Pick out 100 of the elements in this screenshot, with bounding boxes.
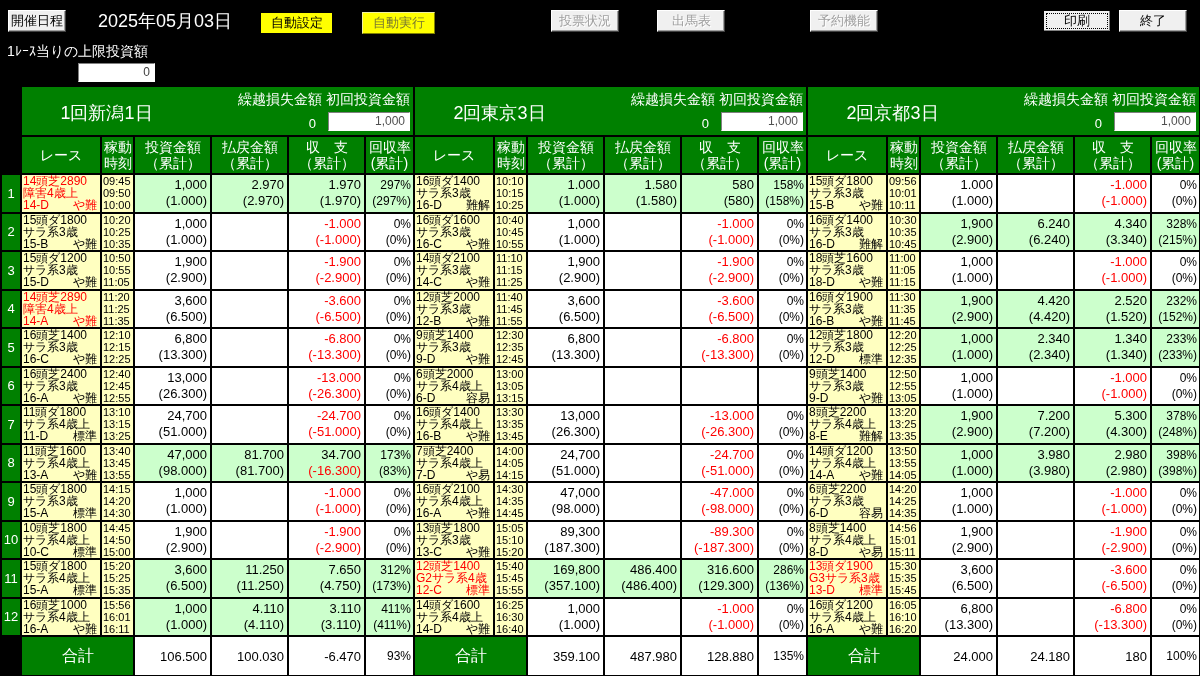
race-course-text: 14頭ダ1200 xyxy=(809,444,874,457)
investment-amount: 3,600 xyxy=(960,562,993,579)
race-class-text: サラ系3歳 xyxy=(23,264,78,277)
cumulative-balance: (580) xyxy=(723,193,754,210)
initial-bet-label: 初回投資金額 xyxy=(326,91,410,107)
time-text: 13:45 xyxy=(496,430,524,443)
time-text: 10:55 xyxy=(103,264,131,277)
cumulative-investment: (2.900) xyxy=(558,270,600,287)
auto-run-button[interactable]: 自動実行 xyxy=(362,12,435,34)
exit-button[interactable]: 終了 xyxy=(1119,10,1187,32)
track-rating-text: や難 xyxy=(859,314,883,327)
race-class-text: サラ系3歳 xyxy=(809,225,864,238)
time-text: 15:25 xyxy=(103,572,131,585)
track-rating-text: や難 xyxy=(859,468,883,481)
time-text: 16:11 xyxy=(103,622,130,635)
cumulative-balance: (1.340) xyxy=(1105,347,1147,364)
return-rate-amount: 0% xyxy=(786,600,804,617)
time-text: 10:15 xyxy=(496,187,524,200)
initial-bet-field[interactable]: 1,000 xyxy=(1114,112,1196,131)
cumulative-return-rate: (215%) xyxy=(1158,231,1197,248)
time-column-header: 稼動 時刻 xyxy=(102,137,133,173)
track-rating-text: 標準 xyxy=(73,545,97,558)
race-class-text: サラ系4歳上 xyxy=(23,610,90,623)
cumulative-return-rate: (398%) xyxy=(1158,462,1197,479)
race-class-text: サラ系3歳 xyxy=(416,533,472,546)
cumulative-balance: (-26.300) xyxy=(701,424,754,441)
auto-setup-button[interactable]: 自動設定 xyxy=(260,12,333,34)
cumulative-return-rate: (0%) xyxy=(385,501,411,518)
row-number: 7 xyxy=(2,406,20,443)
race-course-text: 12頭芝1400 xyxy=(416,560,481,573)
time-text: 10:55 xyxy=(496,237,524,250)
initial-bet-field[interactable]: 1,000 xyxy=(721,112,803,131)
return-rate-amount: 411% xyxy=(381,600,411,617)
time-text: 14:20 xyxy=(103,495,131,508)
race-class-text: サラ系3歳 xyxy=(809,264,864,277)
cumulative-investment: (2.900) xyxy=(165,539,207,556)
race-course-text: 14頭芝2890 xyxy=(23,290,89,303)
total-balance: 180 xyxy=(1075,637,1150,675)
cumulative-investment: (1.000) xyxy=(165,501,207,518)
payout-amount: 4.110 xyxy=(252,600,284,617)
cumulative-return-rate: (0%) xyxy=(778,308,804,325)
investment-amount: 1,900 xyxy=(174,254,207,271)
time-text: 09:56 xyxy=(889,175,917,188)
time-text: 12:45 xyxy=(496,353,524,366)
cumulative-return-rate: (0%) xyxy=(385,385,411,402)
track-rating-text: や難 xyxy=(466,507,490,520)
gate-text: 16-D xyxy=(416,199,442,212)
carryover-loss-label: 繰越損失金額 xyxy=(631,91,715,107)
race-class-text: サラ系4歳上 xyxy=(416,610,483,623)
track-rating-text: や難 xyxy=(466,545,490,558)
gate-text: 7-D xyxy=(416,468,436,481)
balance-amount: -1.000 xyxy=(1110,369,1147,386)
initial-bet-field[interactable]: 1,000 xyxy=(328,112,410,131)
balance-amount: -3.600 xyxy=(717,292,754,309)
race-class-text: サラ系4歳上 xyxy=(416,379,483,392)
cumulative-balance: (4.750) xyxy=(319,578,361,595)
balance-amount: 1.970 xyxy=(328,177,361,194)
bet-limit-field[interactable]: 0 xyxy=(78,63,155,82)
cumulative-return-rate: (0%) xyxy=(778,539,804,556)
cumulative-balance: (3.340) xyxy=(1105,231,1147,248)
time-text: 15:56 xyxy=(103,598,131,611)
balance-column-header: 収 支 （累計） xyxy=(289,137,364,173)
row-number: 2 xyxy=(2,213,20,250)
track-rating-text: 標準 xyxy=(73,584,97,597)
time-text: 15:00 xyxy=(103,545,131,558)
time-text: 11:30 xyxy=(889,290,916,303)
total-payout: 487.980 xyxy=(605,637,680,675)
time-text: 11:10 xyxy=(496,252,523,265)
row-number: 9 xyxy=(2,483,20,520)
row-number: 10 xyxy=(2,521,20,558)
schedule-button[interactable]: 開催日程 xyxy=(8,10,66,32)
time-text: 12:35 xyxy=(496,341,524,354)
cumulative-investment: (187.300) xyxy=(544,539,600,556)
gate-text: 15-A xyxy=(23,584,49,597)
time-text: 15:45 xyxy=(889,584,917,597)
cumulative-balance: (-1.000) xyxy=(315,501,361,518)
gate-text: 14-A xyxy=(809,468,835,481)
gate-text: 16-C xyxy=(416,237,442,250)
time-text: 11:25 xyxy=(103,302,130,315)
race-course-text: 6頭芝2200 xyxy=(809,483,868,496)
carryover-loss-value: 0 xyxy=(701,116,709,131)
cumulative-balance: (3.110) xyxy=(320,616,361,633)
time-text: 10:00 xyxy=(103,199,131,212)
time-text: 10:25 xyxy=(103,225,131,238)
cumulative-return-rate: (152%) xyxy=(1158,308,1197,325)
race-course-text: 9頭芝1400 xyxy=(416,329,475,342)
cumulative-return-rate: (0%) xyxy=(1171,578,1197,595)
return-rate-amount: 0% xyxy=(1179,562,1197,579)
time-text: 11:55 xyxy=(496,314,523,327)
balance-amount: -1.000 xyxy=(1110,485,1147,502)
investment-amount: 47,000 xyxy=(560,485,600,502)
return-rate-amount: 173% xyxy=(380,446,411,463)
return-rate-amount: 0% xyxy=(393,408,411,425)
time-text: 12:25 xyxy=(889,341,917,354)
time-text: 13:30 xyxy=(496,406,524,419)
investment-amount: 6,800 xyxy=(567,331,600,348)
time-text: 12:30 xyxy=(496,329,524,342)
time-text: 12:35 xyxy=(889,353,917,366)
print-button[interactable]: 印刷 xyxy=(1043,10,1111,32)
race-class-text: サラ系3歳 xyxy=(809,341,864,354)
